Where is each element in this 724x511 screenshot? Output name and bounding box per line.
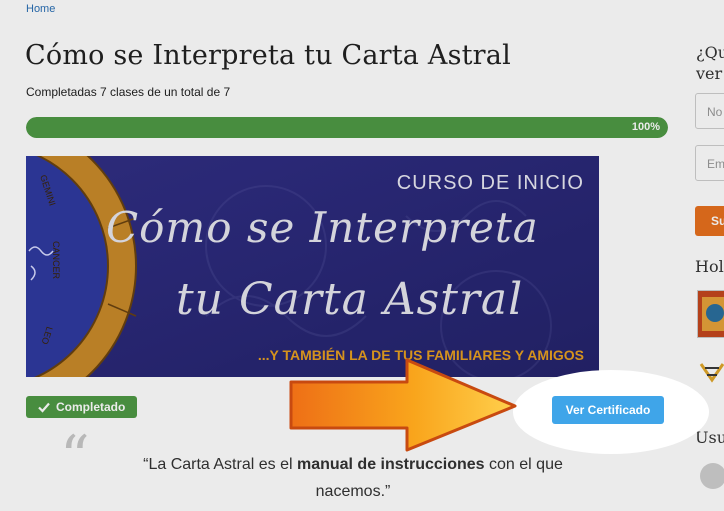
progress-bar: 100%	[26, 117, 668, 138]
sidebar-heading-line2: ver	[696, 64, 723, 83]
course-page: Home Cómo se Interpreta tu Carta Astral …	[0, 0, 724, 511]
view-certificate-button[interactable]: Ver Certificado	[552, 396, 664, 424]
status-badge: Completado	[26, 396, 138, 418]
breadcrumb-home[interactable]: Home	[26, 3, 55, 15]
progress-text: Completadas 7 clases de un total de 7	[26, 85, 231, 99]
email-field[interactable]: Em	[695, 145, 724, 181]
page-title: Cómo se Interpreta tu Carta Astral	[25, 40, 511, 71]
sidebar-heading-line1: ¿Qu	[696, 43, 724, 62]
course-banner: GEMINI CANCER LEO CURSO DE INICIO Cómo s…	[26, 156, 599, 377]
banner-kicker: CURSO DE INICIO	[397, 172, 584, 194]
check-icon	[38, 402, 50, 413]
banner-title-line2: tu Carta Astral	[176, 274, 523, 325]
name-field[interactable]: No	[695, 93, 724, 129]
subscribe-button[interactable]: Su	[695, 206, 724, 236]
quote-text: “La Carta Astral es el manual de instruc…	[108, 451, 598, 505]
arrow-icon	[289, 358, 517, 452]
progress-percent: 100%	[631, 121, 660, 133]
logo-icon	[699, 363, 724, 383]
banner-title-line1: Cómo se Interpreta	[106, 203, 539, 252]
avatar	[700, 463, 724, 489]
quote-icon: “	[60, 423, 90, 491]
progress-fill	[26, 117, 668, 138]
sidebar-section-hol: Hol	[695, 257, 724, 276]
quote-text-start: “La Carta Astral es el	[143, 456, 297, 473]
sidebar-section-usu: Usu	[695, 428, 724, 447]
status-badge-label: Completado	[56, 400, 126, 414]
product-thumbnail[interactable]	[697, 290, 724, 338]
zodiac-cancer: CANCER	[51, 241, 61, 280]
quote-text-bold: manual de instrucciones	[296, 456, 485, 473]
sidebar-heading: ¿Qu ver	[696, 42, 724, 84]
